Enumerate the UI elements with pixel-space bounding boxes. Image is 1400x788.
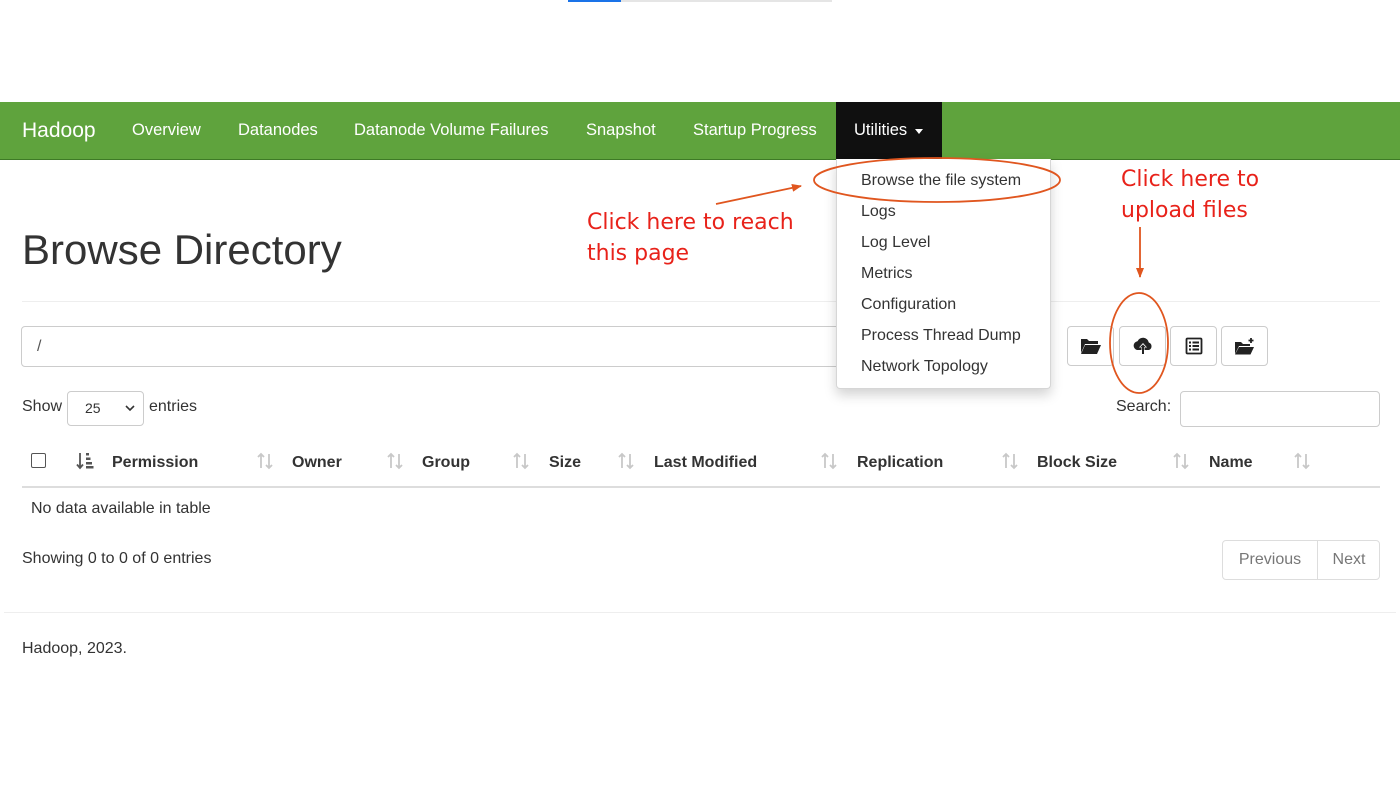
annotation-reach-line-2: this page: [587, 241, 690, 266]
column-header-size[interactable]: Size: [549, 454, 581, 472]
annotation-arrow-browse: [715, 183, 802, 205]
menu-item-logs[interactable]: Logs: [861, 203, 896, 221]
navbar-brand[interactable]: Hadoop: [22, 102, 96, 159]
sort-icon[interactable]: [1001, 451, 1019, 471]
column-header-owner[interactable]: Owner: [292, 454, 342, 472]
menu-item-network-topology[interactable]: Network Topology: [861, 358, 988, 376]
column-header-permission[interactable]: Permission: [112, 454, 198, 472]
column-header-group[interactable]: Group: [422, 454, 470, 472]
sort-icon[interactable]: [1293, 451, 1311, 471]
sort-icon[interactable]: [386, 451, 404, 471]
nav-item-startup-progress[interactable]: Startup Progress: [693, 102, 817, 159]
utilities-dropdown-menu: Browse the file system Logs Log Level Me…: [836, 159, 1051, 389]
annotation-reach-line-1: Click here to reach: [587, 210, 794, 235]
nav-item-datanode-volume-failures[interactable]: Datanode Volume Failures: [354, 102, 548, 159]
folder-plus-icon: [1234, 338, 1254, 355]
search-label: Search:: [1116, 398, 1172, 415]
sort-icon[interactable]: [256, 451, 274, 471]
annotation-upload-line-2: upload files: [1121, 198, 1248, 223]
column-header-block-size[interactable]: Block Size: [1037, 454, 1117, 472]
chevron-down-icon: [125, 405, 135, 412]
divider: [22, 301, 1380, 302]
go-to-directory-button[interactable]: [1067, 326, 1114, 366]
list-icon: [1185, 337, 1202, 355]
cloud-upload-icon: [1133, 337, 1152, 354]
directory-path-input[interactable]: [21, 326, 841, 367]
select-all-checkbox[interactable]: [31, 453, 46, 468]
folder-open-icon: [1080, 339, 1101, 354]
page-size-select[interactable]: 25: [67, 391, 144, 426]
next-page-button[interactable]: Next: [1318, 541, 1380, 579]
sort-icon[interactable]: [617, 451, 635, 471]
column-header-replication[interactable]: Replication: [857, 454, 943, 472]
table-info: Showing 0 to 0 of 0 entries: [22, 550, 212, 567]
previous-page-button[interactable]: Previous: [1223, 541, 1318, 579]
nav-item-snapshot[interactable]: Snapshot: [586, 102, 656, 159]
menu-item-configuration[interactable]: Configuration: [861, 296, 956, 314]
caret-down-icon: [915, 129, 923, 134]
annotation-upload-line-1: Click here to: [1121, 167, 1260, 192]
loading-progress-fill: [568, 0, 621, 2]
footer-divider: [4, 612, 1396, 613]
list-view-button[interactable]: [1170, 326, 1217, 366]
sort-icon[interactable]: [820, 451, 838, 471]
sort-ascending-icon[interactable]: [76, 451, 94, 471]
pagination: Previous Next: [1222, 540, 1380, 580]
column-header-name[interactable]: Name: [1209, 454, 1253, 472]
table-header-divider: [22, 486, 1380, 488]
page-size-value: 25: [85, 400, 101, 416]
annotation-upload-files: Click here to upload files: [1121, 164, 1259, 226]
page-title: Browse Directory: [22, 226, 342, 273]
navbar: Hadoop Overview Datanodes Datanode Volum…: [0, 102, 1400, 160]
upload-files-button[interactable]: [1119, 326, 1166, 366]
utilities-label: Utilities: [854, 121, 908, 139]
menu-item-metrics[interactable]: Metrics: [861, 265, 913, 283]
show-label: Show: [22, 398, 63, 415]
nav-item-datanodes[interactable]: Datanodes: [238, 102, 318, 159]
nav-item-overview[interactable]: Overview: [132, 102, 201, 159]
search-input[interactable]: [1180, 391, 1380, 427]
entries-label: entries: [149, 398, 198, 415]
create-directory-button[interactable]: [1221, 326, 1268, 366]
loading-progress-bar: [568, 0, 832, 2]
menu-item-log-level[interactable]: Log Level: [861, 234, 930, 252]
table-empty-message: No data available in table: [31, 500, 211, 517]
annotation-reach-page: Click here to reach this page: [587, 207, 794, 269]
sort-icon[interactable]: [512, 451, 530, 471]
menu-item-process-thread-dump[interactable]: Process Thread Dump: [861, 327, 1021, 345]
sort-icon[interactable]: [1172, 451, 1190, 471]
footer-text: Hadoop, 2023.: [22, 640, 127, 657]
column-header-last-modified[interactable]: Last Modified: [654, 454, 757, 472]
menu-item-browse-file-system[interactable]: Browse the file system: [861, 172, 1021, 190]
nav-item-utilities[interactable]: Utilities: [836, 102, 942, 159]
